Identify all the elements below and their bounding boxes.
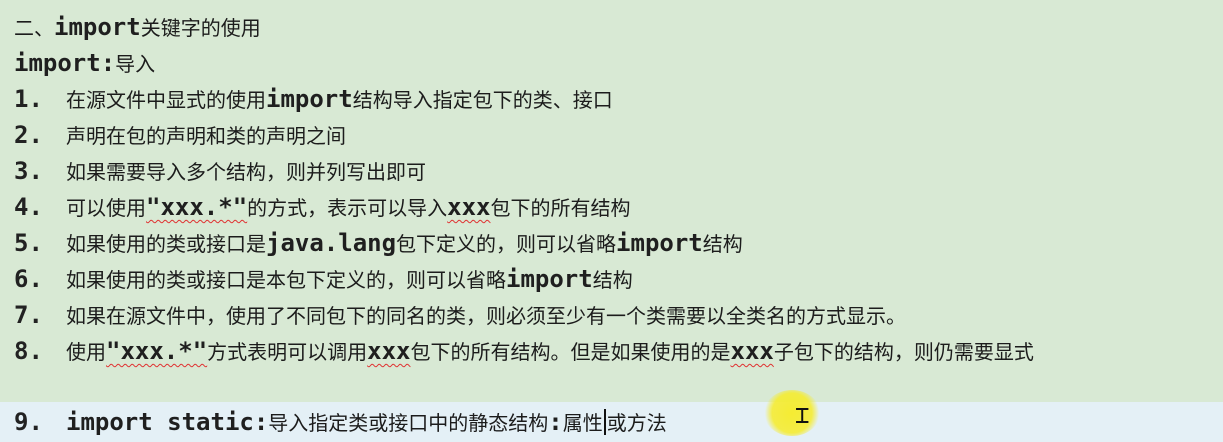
- item-code: "xxx.*": [106, 337, 208, 365]
- item-text: 结构导入指定包下的类、接口: [352, 88, 613, 112]
- item-number: 3.: [14, 157, 43, 185]
- item-text: 方式表明可以调用: [207, 340, 368, 364]
- item-text: 或方法: [606, 411, 667, 435]
- item-text: 包下定义的，则可以省略: [396, 232, 617, 256]
- item-number: 2.: [14, 121, 43, 149]
- list-item-2[interactable]: 2. 声明在包的声明和类的声明之间: [14, 118, 346, 152]
- item-text: 如果使用的类或接口是本包下定义的，则可以省略: [66, 268, 506, 292]
- item-code: java.lang: [266, 229, 397, 257]
- item-number: 8.: [14, 337, 43, 365]
- item-number: 4.: [14, 193, 43, 221]
- ibeam-cursor-icon: ⌶: [795, 401, 810, 429]
- list-item-4[interactable]: 4. 可以使用"xxx.*"的方式，表示可以导入xxx包下的所有结构: [14, 190, 631, 224]
- item-text: 如果在源文件中，使用了不同包下的同名的类，则必须至少有一个类需要以全类名的方式显…: [66, 304, 906, 328]
- heading-suffix: 关键字的使用: [140, 16, 261, 40]
- list-item-9[interactable]: 9. import static:导入指定类或接口中的静态结构:属性 或方法: [14, 405, 667, 439]
- item-text: 包下的所有结构: [490, 196, 631, 220]
- item-text: 使用: [66, 340, 106, 364]
- item-number: 1.: [14, 85, 43, 113]
- text-editor[interactable]: 二、import关键字的使用 import:导入 1. 在源文件中显式的使用imp…: [0, 0, 1223, 442]
- item-number: 9.: [14, 408, 43, 436]
- list-item-8[interactable]: 8. 使用"xxx.*"方式表明可以调用xxx包下的所有结构。但是如果使用的是xx…: [14, 334, 1223, 368]
- list-item-6[interactable]: 6. 如果使用的类或接口是本包下定义的，则可以省略import结构: [14, 262, 633, 296]
- item-number: 7.: [14, 301, 43, 329]
- item-code: import: [506, 265, 593, 293]
- item-text: 如果使用的类或接口是: [66, 232, 266, 256]
- item-text: 包下的所有结构。但是如果使用的是: [410, 340, 731, 364]
- item-text: 的方式，表示可以导入: [247, 196, 448, 220]
- item-code: xxx: [367, 337, 411, 365]
- item-code: import: [616, 229, 703, 257]
- item-number: 6.: [14, 265, 43, 293]
- item-code: xxx: [730, 337, 774, 365]
- item-text: 可以使用: [66, 196, 146, 220]
- item-colon: :: [253, 408, 269, 436]
- item-code: import static: [66, 408, 254, 436]
- item-text: 声明在包的声明和类的声明之间: [66, 124, 346, 148]
- list-item-7[interactable]: 7. 如果在源文件中，使用了不同包下的同名的类，则必须至少有一个类需要以全类名的方…: [14, 298, 906, 332]
- item-number: 5.: [14, 229, 43, 257]
- heading-line[interactable]: 二、import关键字的使用: [14, 10, 261, 44]
- item-code: xxx: [447, 193, 491, 221]
- item-text: 结构: [702, 232, 743, 256]
- item-text: 属性: [562, 411, 603, 435]
- list-item-1[interactable]: 1. 在源文件中显式的使用import结构导入指定包下的类、接口: [14, 82, 613, 116]
- heading-keyword: import: [54, 13, 141, 41]
- def-text: 导入: [115, 52, 156, 76]
- item-code: import: [266, 85, 353, 113]
- mouse-highlight: [764, 390, 820, 436]
- definition-line[interactable]: import:导入: [14, 46, 155, 80]
- heading-prefix: 二、: [14, 16, 54, 40]
- item-text: 如果需要导入多个结构，则并列写出即可: [66, 160, 426, 184]
- item-colon: :: [548, 408, 563, 436]
- list-item-5[interactable]: 5. 如果使用的类或接口是java.lang包下定义的，则可以省略import结构: [14, 226, 743, 260]
- def-keyword: import: [14, 49, 101, 77]
- item-text: 导入指定类或接口中的静态结构: [268, 411, 549, 435]
- item-text: 在源文件中显式的使用: [66, 88, 266, 112]
- list-item-3[interactable]: 3. 如果需要导入多个结构，则并列写出即可: [14, 154, 426, 188]
- text-caret: [603, 409, 606, 435]
- item-code: "xxx.*": [146, 193, 248, 221]
- item-text: 子包下的结构，则仍需要显式: [773, 340, 1034, 364]
- def-colon: :: [100, 49, 116, 77]
- item-text: 结构: [592, 268, 633, 292]
